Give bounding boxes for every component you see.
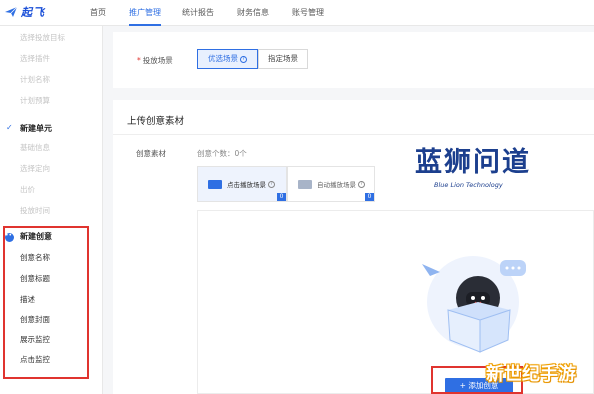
check-icon: ✓	[6, 123, 13, 132]
empty-box-robot-illustration	[422, 256, 526, 353]
tab-click-play-scene[interactable]: 点击播放场景 ? 0	[197, 166, 287, 202]
sidebar-item-schedule[interactable]: 投放时间	[20, 205, 50, 216]
logo-text: 起飞	[21, 6, 45, 19]
option-preferred-label: 优选场景	[208, 54, 238, 63]
creative-count: 创意个数：0个	[197, 149, 247, 158]
sidebar-item-plan-budget[interactable]: 计划预算	[20, 95, 50, 106]
paper-plane-icon	[5, 6, 18, 17]
nav-finance-info[interactable]: 财务信息	[237, 0, 269, 26]
divider	[113, 134, 594, 135]
placement-label: * 投放场景	[137, 55, 173, 66]
required-mark: *	[137, 56, 141, 65]
top-bar: 起飞 首页 推广管理 统计报告 财务信息 账号管理	[0, 0, 594, 26]
option-preferred-scene[interactable]: 优选场景?	[197, 49, 258, 69]
nav-home[interactable]: 首页	[90, 0, 106, 26]
help-icon[interactable]: ?	[358, 180, 365, 188]
option-specified-label: 指定场景	[268, 54, 298, 63]
sidebar-head-new-unit[interactable]: 新建单元	[20, 123, 52, 134]
sidebar-item-bid[interactable]: 出价	[20, 184, 35, 195]
placement-panel	[113, 32, 594, 88]
section-title: 上传创意素材	[127, 116, 185, 127]
highlight-box-sidebar	[3, 226, 89, 379]
watermark-corner: 新世纪手游	[486, 364, 576, 385]
image-icon	[298, 179, 312, 189]
tab-click-play-label: 点击播放场景	[227, 181, 266, 189]
material-label: 创意素材	[136, 149, 166, 158]
nav-account-management[interactable]: 账号管理	[292, 0, 324, 26]
logo[interactable]: 起飞	[4, 3, 45, 21]
tab-count-badge: 0	[365, 193, 374, 201]
watermark-logo-en: Blue Lion Technology	[434, 181, 503, 189]
nav-statistics-report[interactable]: 统计报告	[182, 0, 214, 26]
help-icon[interactable]: ?	[240, 56, 247, 63]
option-specified-scene[interactable]: 指定场景	[258, 49, 308, 69]
tab-count-badge: 0	[277, 193, 286, 201]
sidebar-item-select-plugin[interactable]: 选择插件	[20, 53, 50, 64]
watermark-logo-cn: 蓝狮问道	[415, 147, 531, 178]
tab-auto-play-scene[interactable]: 自动播放场景 ? 0	[287, 166, 375, 202]
placement-label-text: 投放场景	[142, 56, 173, 65]
sidebar-item-select-targeting[interactable]: 选择定向	[20, 163, 50, 174]
tab-auto-play-label: 自动播放场景	[317, 181, 356, 189]
sidebar-item-select-goal[interactable]: 选择投放目标	[20, 32, 65, 43]
sidebar-item-plan-name[interactable]: 计划名称	[20, 74, 50, 85]
help-icon[interactable]: ?	[268, 180, 275, 188]
nav-promotion-management[interactable]: 推广管理	[129, 0, 161, 26]
sidebar-item-basic-info[interactable]: 基础信息	[20, 142, 50, 153]
image-icon	[208, 179, 222, 189]
